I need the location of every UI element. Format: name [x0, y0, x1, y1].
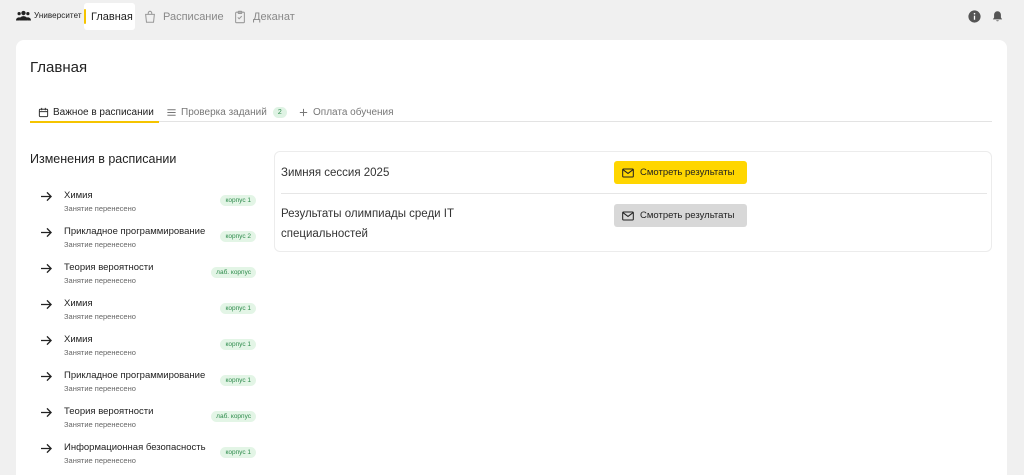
- university-logo[interactable]: Университет: [16, 10, 82, 21]
- tab-label: Оплата обучения: [313, 106, 394, 118]
- item-status: Занятие перенесено: [64, 420, 136, 429]
- item-subject: Информационная безопасность: [64, 442, 206, 453]
- item-status: Занятие перенесено: [64, 276, 136, 285]
- location-tag: корпус 2: [220, 231, 256, 242]
- users-icon: [16, 10, 31, 21]
- list-item[interactable]: Теория вероятности Занятие перенесено ла…: [30, 397, 256, 433]
- list-item[interactable]: Химия Занятие перенесено корпус 1: [30, 289, 256, 325]
- mail-icon: [622, 167, 634, 178]
- nav-item-home[interactable]: Главная: [84, 3, 135, 30]
- tab-schedule-important[interactable]: Важное в расписании: [30, 103, 159, 123]
- top-navigation: Университет Главная Расписание Деканат: [0, 0, 1024, 32]
- assignments-count-badge: 2: [272, 106, 287, 118]
- item-status: Занятие перенесено: [64, 204, 136, 213]
- item-status: Занятие перенесено: [64, 348, 136, 357]
- page-title: Главная: [30, 59, 88, 76]
- view-results-button[interactable]: Смотреть результаты: [614, 204, 747, 227]
- tab-active-underline: [30, 121, 159, 123]
- nav-item-dekanat[interactable]: Деканат: [233, 3, 295, 30]
- arrow-right-icon: [41, 299, 52, 310]
- tab-bar: Важное в расписании Проверка заданий 2 О…: [30, 103, 992, 123]
- active-indicator: [84, 9, 86, 24]
- nav-item-label: Главная: [91, 10, 133, 23]
- arrow-right-icon: [41, 371, 52, 382]
- location-tag: корпус 1: [220, 339, 256, 350]
- arrow-right-icon: [41, 335, 52, 346]
- button-label: Смотреть результаты: [640, 167, 735, 178]
- nav-item-schedule[interactable]: Расписание: [143, 3, 224, 30]
- view-results-button[interactable]: Смотреть результаты: [614, 161, 747, 184]
- arrow-right-icon: [41, 191, 52, 202]
- arrow-right-icon: [41, 443, 52, 454]
- list-item[interactable]: Информационная безопасность Занятие пере…: [30, 433, 256, 469]
- location-tag: лаб. корпус: [211, 411, 256, 422]
- item-status: Занятие перенесено: [64, 384, 136, 393]
- top-right-actions: [968, 10, 1004, 23]
- bell-icon[interactable]: [991, 10, 1004, 23]
- item-subject: Прикладное программирование: [64, 226, 206, 237]
- clipboard-icon: [235, 10, 245, 23]
- tab-label: Проверка заданий: [181, 106, 267, 118]
- nav-item-label: Расписание: [163, 10, 224, 23]
- list-item[interactable]: Теория вероятности Занятие перенесено ла…: [30, 253, 256, 289]
- item-subject: Теория вероятности: [64, 262, 154, 273]
- logo-text: Университет: [34, 11, 82, 20]
- schedule-changes-title: Изменения в расписании: [30, 152, 177, 166]
- arrow-right-icon: [41, 407, 52, 418]
- button-label: Смотреть результаты: [640, 210, 735, 221]
- location-tag: корпус 1: [220, 375, 256, 386]
- arrow-right-icon: [41, 263, 52, 274]
- schedule-changes-list: Химия Занятие перенесено корпус 1 Прикла…: [30, 181, 256, 469]
- main-card: Главная Важное в расписании Проверка зад…: [16, 40, 1007, 475]
- result-row: Зимняя сессия 2025 Смотреть результаты: [281, 152, 987, 194]
- list-icon: [167, 108, 176, 116]
- item-subject: Теория вероятности: [64, 406, 154, 417]
- info-icon[interactable]: [968, 10, 981, 23]
- result-label: Зимняя сессия 2025: [281, 167, 390, 179]
- item-subject: Химия: [64, 334, 93, 345]
- tab-label: Важное в расписании: [53, 106, 154, 118]
- list-item[interactable]: Химия Занятие перенесено корпус 1: [30, 181, 256, 217]
- bag-icon: [145, 10, 155, 23]
- item-status: Занятие перенесено: [64, 456, 136, 465]
- plus-icon: [299, 108, 308, 116]
- location-tag: корпус 1: [220, 195, 256, 206]
- results-panel: Зимняя сессия 2025 Смотреть результаты Р…: [274, 151, 992, 252]
- nav-item-label: Деканат: [253, 10, 295, 23]
- result-label: Результаты олимпиады среди IT специально…: [281, 208, 454, 240]
- item-subject: Прикладное программирование: [64, 370, 206, 381]
- list-item[interactable]: Прикладное программирование Занятие пере…: [30, 361, 256, 397]
- list-item[interactable]: Прикладное программирование Занятие пере…: [30, 217, 256, 253]
- list-item[interactable]: Химия Занятие перенесено корпус 1: [30, 325, 256, 361]
- tab-payment[interactable]: Оплата обучения: [298, 103, 394, 121]
- result-row: Результаты олимпиады среди IT специально…: [281, 195, 987, 252]
- calendar-icon: [38, 107, 49, 117]
- tab-assignments[interactable]: Проверка заданий 2: [166, 103, 287, 121]
- location-tag: корпус 1: [220, 303, 256, 314]
- item-status: Занятие перенесено: [64, 312, 136, 321]
- arrow-right-icon: [41, 227, 52, 238]
- location-tag: корпус 1: [220, 447, 256, 458]
- item-status: Занятие перенесено: [64, 240, 136, 249]
- location-tag: лаб. корпус: [211, 267, 256, 278]
- mail-icon: [622, 210, 634, 221]
- item-subject: Химия: [64, 298, 93, 309]
- item-subject: Химия: [64, 190, 93, 201]
